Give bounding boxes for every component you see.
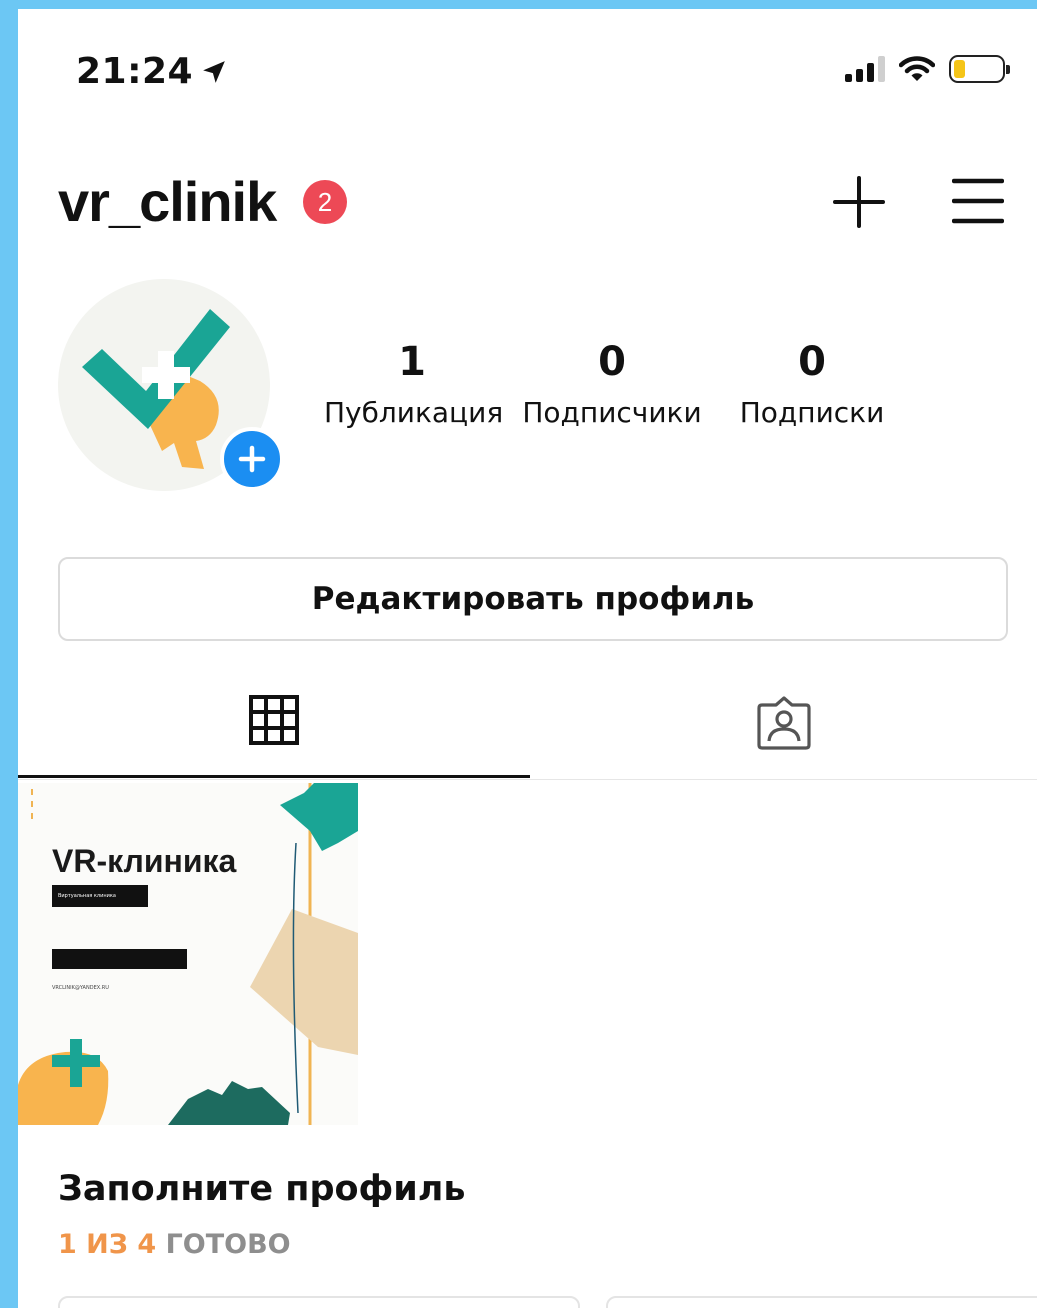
menu-hamburger-icon[interactable] (952, 177, 1004, 225)
plus-icon (238, 445, 266, 473)
progress-count: 1 ИЗ 4 (58, 1229, 157, 1260)
post-email-text: VRCLINIK@YANDEX.RU (52, 985, 109, 991)
stat-followers-label: Подписчики (522, 396, 702, 429)
post-title-text: VR-клиника (52, 843, 237, 879)
profile-step-card[interactable] (606, 1296, 1037, 1308)
stat-posts-label: Публикация (324, 396, 504, 429)
grid-icon (249, 695, 299, 745)
post-subtitle-text: Виртуальная клиника (52, 885, 148, 907)
stat-followers-count: 0 (598, 339, 626, 385)
stat-following-label: Подписки (739, 396, 885, 429)
add-story-button[interactable] (220, 427, 284, 491)
new-post-plus-icon[interactable] (832, 175, 886, 229)
complete-profile-title: Заполните профиль (58, 1169, 466, 1209)
progress-status: ГОТОВО (165, 1229, 291, 1260)
post-thumbnail[interactable]: VR-клиника Виртуальная клиника VRCLINIK@… (18, 783, 358, 1125)
tab-tagged[interactable] (530, 695, 1037, 779)
battery-level (954, 60, 965, 78)
complete-profile-progress: 1 ИЗ 4 ГОТОВО (58, 1229, 291, 1260)
stat-posts[interactable]: 1 Публикация (324, 339, 504, 429)
stat-following[interactable]: 0 Подписки (724, 342, 900, 429)
notification-badge[interactable]: 2 (303, 180, 347, 224)
stat-followers[interactable]: 0 Подписчики (522, 342, 702, 429)
edit-profile-button[interactable]: Редактировать профиль (58, 557, 1008, 641)
tab-posts-grid[interactable] (18, 695, 530, 779)
battery-icon (949, 55, 1010, 83)
profile-screen: 21:24 vr_clinik 2 1 Публикация 0 Подписч… (18, 9, 1037, 1308)
status-indicators (845, 55, 1010, 83)
profile-step-card[interactable] (58, 1296, 580, 1308)
stat-following-count: 0 (798, 339, 826, 385)
tagged-person-icon (756, 696, 811, 750)
stat-posts-count: 1 (398, 339, 426, 385)
post-black-bar (52, 949, 187, 969)
status-time: 21:24 (76, 51, 227, 92)
cellular-signal-icon (845, 56, 885, 82)
tabs-divider (18, 779, 1037, 780)
profile-username[interactable]: vr_clinik (58, 169, 277, 234)
active-tab-indicator (18, 775, 530, 778)
location-arrow-icon (203, 60, 225, 83)
status-time-text: 21:24 (76, 51, 194, 92)
wifi-icon (899, 56, 935, 81)
